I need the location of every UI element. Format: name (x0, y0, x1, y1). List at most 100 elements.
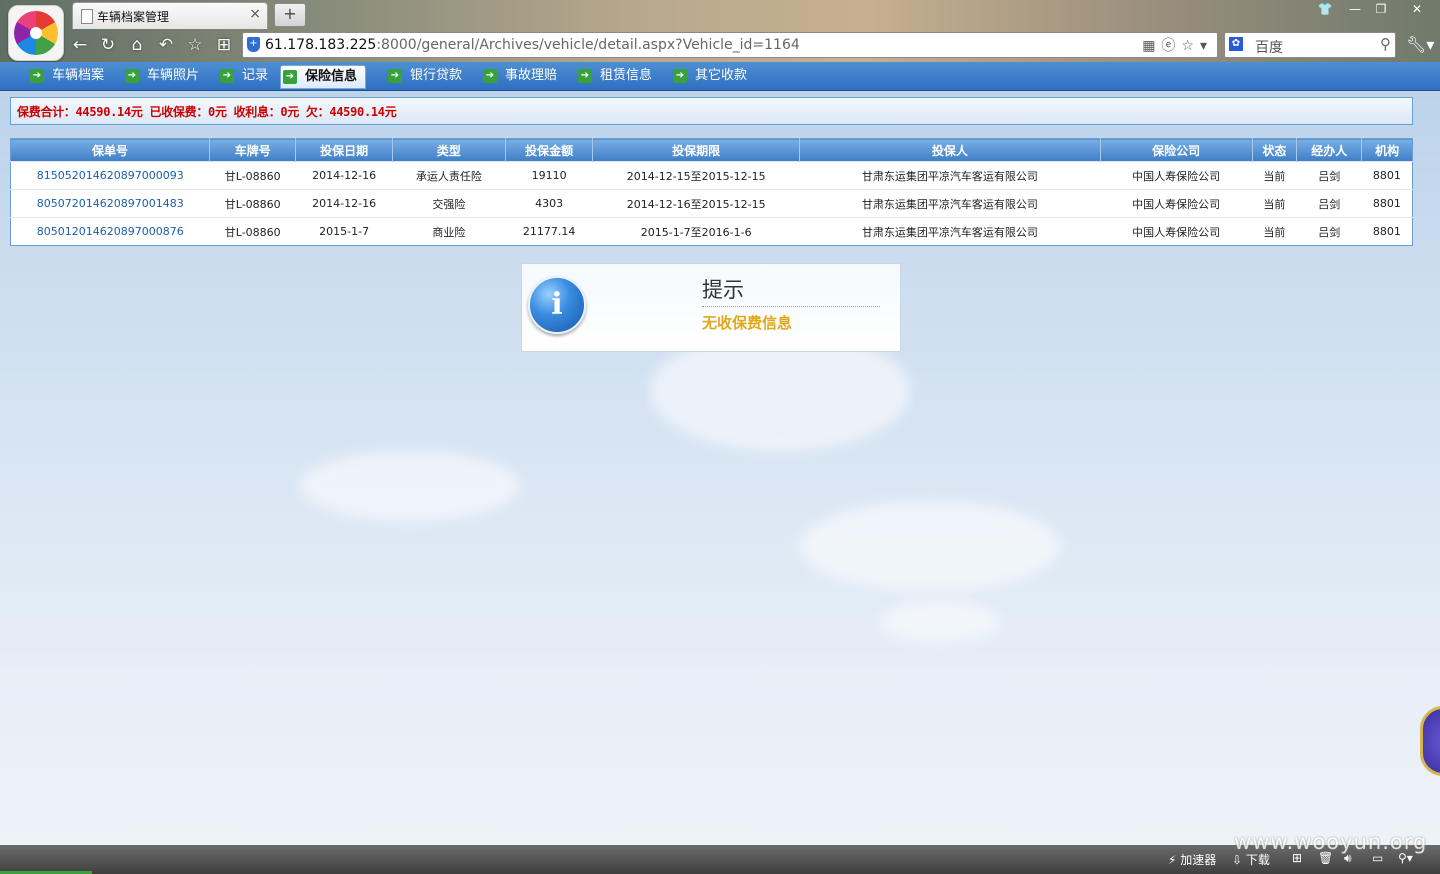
floating-widget-icon[interactable] (1420, 706, 1440, 776)
table-row: 815052014620897000093 甘L-08860 2014-12-1… (10, 161, 1413, 190)
notice-title: 提示 (702, 274, 880, 307)
cell-type: 商业险 (392, 217, 506, 246)
premium-summary: 保费合计：44590.14元 已收保费：0元 收利息：0元 欠：44590.14… (10, 97, 1413, 125)
col-amount[interactable]: 投保金额 (505, 138, 594, 162)
arrow-icon: ➔ (125, 69, 139, 83)
close-window-icon[interactable]: ✕ (1404, 2, 1430, 18)
col-status[interactable]: 状态 (1252, 138, 1298, 162)
table-row: 805072014620897001483 甘L-08860 2014-12-1… (10, 189, 1413, 218)
browser-chrome: 车辆档案管理 × + 👕 — ❐ ✕ ← ↻ ⌂ ↶ ☆ ⊞ + 61.178.… (0, 0, 1440, 62)
cell-plate-no: 甘L-08860 (209, 217, 296, 246)
browser-tab[interactable]: 车辆档案管理 × (72, 2, 268, 29)
browser-status-bar: ⚡︎ 加速器 ⇩ 下载 ⊞ 🗑︎ 🔊︎ ▭ ⚲▾ (0, 845, 1440, 874)
policy-no-link[interactable]: 805012014620897000876 (10, 217, 210, 246)
background-cloud (880, 601, 1000, 641)
page-content: 保费合计：44590.14元 已收保费：0元 收利息：0元 欠：44590.14… (0, 91, 1440, 845)
tab-title: 车辆档案管理 (97, 10, 170, 24)
cell-policyholder: 甘肃东运集团平凉汽车客运有限公司 (799, 161, 1101, 190)
cell-status: 当前 (1252, 161, 1297, 190)
cell-type: 交强险 (392, 189, 506, 218)
undo-icon[interactable]: ↶ (154, 34, 178, 56)
arrow-icon: ➔ (220, 69, 234, 83)
cell-period: 2015-1-7至2016-1-6 (592, 217, 800, 246)
nav-item-lease-info[interactable]: ➔ 租赁信息 (576, 65, 652, 87)
restore-icon[interactable]: ❐ (1368, 2, 1394, 18)
col-type[interactable]: 类型 (392, 138, 506, 162)
cell-insure-date: 2014-12-16 (295, 189, 393, 218)
address-tools-icons[interactable]: ▦ⓔ☆▾ (1142, 35, 1213, 55)
insurance-table: 保单号 车牌号 投保日期 类型 投保金额 投保期限 投保人 保险公司 状态 经办… (10, 138, 1413, 246)
notice-box: i 提示 无收保费信息 (521, 263, 901, 352)
nav-item-vehicle-archive[interactable]: ➔ 车辆档案 (28, 65, 104, 87)
home-icon[interactable]: ⌂ (125, 34, 149, 56)
app-nav: ➔ 车辆档案 ➔ 车辆照片 ➔ 记录 ➔ 保险信息 ➔ 银行贷款 ➔ 事故理赔 ➔ 租赁信息 … (0, 62, 1440, 91)
tab-close-icon[interactable]: × (249, 6, 261, 22)
nav-item-records[interactable]: ➔ 记录 (218, 65, 268, 87)
nav-item-bank-loan[interactable]: ➔ 银行贷款 (386, 65, 462, 87)
address-bar[interactable]: + 61.178.183.225:8000/general/Archives/v… (242, 32, 1218, 58)
baidu-paw-icon: ✿ (1229, 37, 1243, 51)
cell-org: 8801 (1361, 189, 1413, 218)
cell-insurer: 中国人寿保险公司 (1100, 189, 1253, 218)
notice-message: 无收保费信息 (702, 314, 793, 332)
col-handler[interactable]: 经办人 (1296, 138, 1363, 162)
cell-status: 当前 (1252, 189, 1297, 218)
cell-org: 8801 (1361, 217, 1413, 246)
search-icon[interactable]: ⚲ (1380, 35, 1391, 53)
cell-handler: 吕剑 (1296, 161, 1362, 190)
cell-policyholder: 甘肃东运集团平凉汽车客运有限公司 (799, 217, 1101, 246)
cell-amount: 4303 (505, 189, 593, 218)
col-org[interactable]: 机构 (1361, 138, 1413, 162)
browser-logo-icon[interactable] (8, 5, 64, 61)
cell-handler: 吕剑 (1296, 189, 1362, 218)
arrow-icon: ➔ (30, 69, 44, 83)
background-cloud (300, 451, 520, 521)
cell-amount: 21177.14 (505, 217, 593, 246)
new-tab-button[interactable]: + (274, 3, 306, 27)
col-policyholder[interactable]: 投保人 (799, 138, 1101, 162)
cell-org: 8801 (1361, 161, 1413, 190)
info-icon: i (528, 276, 586, 334)
cell-type: 承运人责任险 (392, 161, 506, 190)
cell-insurer: 中国人寿保险公司 (1100, 217, 1253, 246)
nav-item-vehicle-photos[interactable]: ➔ 车辆照片 (123, 65, 199, 87)
arrow-icon: ➔ (483, 69, 497, 83)
table-header-row: 保单号 车牌号 投保日期 类型 投保金额 投保期限 投保人 保险公司 状态 经办… (10, 138, 1413, 162)
watermark: www.wooyun.org (1234, 830, 1428, 854)
col-insurer[interactable]: 保险公司 (1100, 138, 1253, 162)
cell-period: 2014-12-15至2015-12-15 (592, 161, 800, 190)
cell-insure-date: 2014-12-16 (295, 161, 393, 190)
col-policy-no[interactable]: 保单号 (10, 138, 211, 162)
cell-insurer: 中国人寿保险公司 (1100, 161, 1253, 190)
arrow-icon: ➔ (388, 69, 402, 83)
nav-item-insurance[interactable]: ➔ 保险信息 (280, 65, 367, 89)
cell-amount: 19110 (505, 161, 593, 190)
nav-item-other-receipts[interactable]: ➔ 其它收款 (671, 65, 747, 87)
refresh-icon[interactable]: ↻ (96, 34, 120, 56)
table-row: 805012014620897000876 甘L-08860 2015-1-7 … (10, 217, 1413, 246)
premium-summary-text: 保费合计：44590.14元 已收保费：0元 收利息：0元 欠：44590.14… (17, 105, 397, 119)
favorite-star-icon[interactable]: ☆ (183, 34, 207, 56)
col-plate-no[interactable]: 车牌号 (209, 138, 297, 162)
apps-grid-icon[interactable]: ⊞ (212, 34, 236, 56)
policy-no-link[interactable]: 805072014620897001483 (10, 189, 210, 218)
col-period[interactable]: 投保期限 (592, 138, 801, 162)
search-input[interactable]: 百度 (1255, 37, 1283, 57)
address-url[interactable]: 61.178.183.225:8000/general/Archives/veh… (265, 37, 800, 53)
cell-plate-no: 甘L-08860 (209, 189, 296, 218)
security-shield-icon: + (247, 37, 260, 52)
wrench-icon[interactable]: 🔧︎▾ (1406, 35, 1434, 54)
cell-status: 当前 (1252, 217, 1297, 246)
minimize-icon[interactable]: — (1342, 2, 1368, 18)
page-icon (81, 9, 93, 24)
skin-icon[interactable]: 👕 (1312, 2, 1338, 18)
col-insure-date[interactable]: 投保日期 (295, 138, 393, 162)
arrow-icon: ➔ (283, 70, 297, 84)
accelerator-button[interactable]: ⚡︎ 加速器 (1168, 851, 1216, 868)
cell-plate-no: 甘L-08860 (209, 161, 296, 190)
nav-item-accident-claims[interactable]: ➔ 事故理赔 (481, 65, 557, 87)
policy-no-link[interactable]: 815052014620897000093 (10, 161, 210, 190)
back-icon[interactable]: ← (68, 34, 92, 56)
cell-insure-date: 2015-1-7 (295, 217, 393, 246)
search-box[interactable]: ✿ 百度 ⚲ (1224, 32, 1396, 58)
